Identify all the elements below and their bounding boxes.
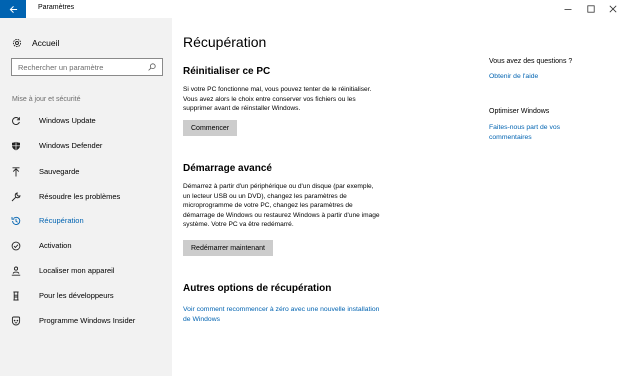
search-icon[interactable]: [148, 63, 156, 71]
sidebar-item-activation[interactable]: Activation: [0, 233, 172, 258]
sidebar-item-find-device[interactable]: Localiser mon appareil: [0, 258, 172, 283]
sidebar: Accueil Mise à jour et sécurité Windows …: [0, 18, 172, 376]
maximize-button[interactable]: [580, 0, 602, 18]
sidebar-item-label: Localiser mon appareil: [39, 266, 115, 275]
text-line: Si votre PC fonctionne mal, vous pouvez …: [183, 86, 372, 93]
sidebar-item-insider[interactable]: Programme Windows Insider: [0, 308, 172, 333]
sidebar-item-label: Activation: [39, 241, 72, 250]
search-input[interactable]: [12, 59, 142, 75]
feedback-link[interactable]: Faites-nous part de vos commentaires: [489, 123, 560, 142]
minimize-icon: [564, 9, 572, 10]
search-box[interactable]: [11, 58, 163, 76]
section-label: Mise à jour et sécurité: [12, 96, 81, 103]
advanced-startup-description: Démarrez à partir d'un périphérique ou d…: [183, 182, 380, 230]
text-line: Démarrez à partir d'un périphérique ou d…: [183, 183, 374, 190]
back-button[interactable]: [0, 0, 26, 18]
advanced-startup-heading: Démarrage avancé: [183, 163, 272, 174]
sidebar-item-label: Résoudre les problèmes: [39, 192, 121, 201]
main-content: Récupération Réinitialiser ce PC Si votr…: [172, 18, 624, 376]
questions-title: Vous avez des questions ?: [489, 58, 573, 65]
sidebar-item-troubleshoot[interactable]: Résoudre les problèmes: [0, 184, 172, 209]
sidebar-item-windows-defender[interactable]: Windows Defender: [0, 133, 172, 158]
close-button[interactable]: [602, 0, 624, 18]
back-arrow-icon: [9, 5, 17, 13]
text-line: système. Votre PC va être redémarré.: [183, 221, 294, 229]
minimize-button[interactable]: [557, 0, 579, 18]
sidebar-item-backup[interactable]: Sauvegarde: [0, 159, 172, 184]
improve-windows-title: Optimiser Windows: [489, 108, 550, 115]
text-line: Vous avez alors le choix entre conserver…: [183, 95, 356, 103]
more-options-heading: Autres options de récupération: [183, 283, 332, 294]
text-line: supprimer avant de réinstaller Windows.: [183, 105, 301, 113]
sidebar-item-windows-update[interactable]: Windows Update: [0, 108, 172, 133]
title-bar: Paramètres: [0, 0, 624, 18]
start-reset-button[interactable]: Commencer: [183, 120, 238, 136]
link-line: Faites-nous part de vos: [489, 124, 561, 131]
restart-now-button[interactable]: Redémarrer maintenant: [183, 240, 273, 256]
link-line: de Windows: [183, 315, 221, 323]
sidebar-item-label: Windows Update: [39, 116, 96, 125]
developer-icon: [11, 290, 35, 302]
person-pin-icon: [11, 265, 35, 277]
reset-heading: Réinitialiser ce PC: [183, 66, 271, 77]
refresh-icon: [11, 115, 35, 127]
sidebar-item-label: Programme Windows Insider: [39, 316, 136, 325]
sidebar-item-label: Sauvegarde: [39, 167, 80, 176]
shield-icon: [11, 140, 35, 152]
page-title: Récupération: [183, 34, 267, 50]
get-help-link[interactable]: Obtenir de l'aide: [489, 72, 538, 82]
backup-icon: [11, 166, 35, 178]
sidebar-item-label: Pour les développeurs: [39, 291, 114, 300]
sidebar-item-developers[interactable]: Pour les développeurs: [0, 283, 172, 308]
text-line: microprogramme de votre PC, changez les …: [183, 202, 353, 210]
close-icon: [609, 5, 617, 13]
home-label: Accueil: [32, 38, 60, 48]
maximize-icon: [587, 5, 595, 13]
home-link[interactable]: Accueil: [12, 38, 59, 48]
gear-icon: [12, 38, 22, 48]
check-circle-icon: [11, 240, 35, 252]
link-line: Voir comment recommencer à zéro avec une…: [183, 306, 380, 313]
sidebar-item-label: Windows Defender: [39, 141, 103, 150]
fresh-start-link[interactable]: Voir comment recommencer à zéro avec une…: [183, 305, 379, 324]
text-line: démarrage de Windows ou restaurez Window…: [183, 211, 380, 219]
history-icon: [11, 215, 35, 227]
window-title: Paramètres: [38, 4, 75, 11]
reset-description: Si votre PC fonctionne mal, vous pouvez …: [183, 85, 371, 114]
sidebar-item-recovery[interactable]: Récupération: [0, 208, 172, 233]
insider-icon: [11, 315, 35, 327]
wrench-icon: [11, 191, 35, 203]
link-line: commentaires: [489, 133, 532, 141]
sidebar-item-label: Récupération: [39, 216, 84, 225]
text-line: un lecteur USB ou un DVD), changez les p…: [183, 192, 347, 200]
